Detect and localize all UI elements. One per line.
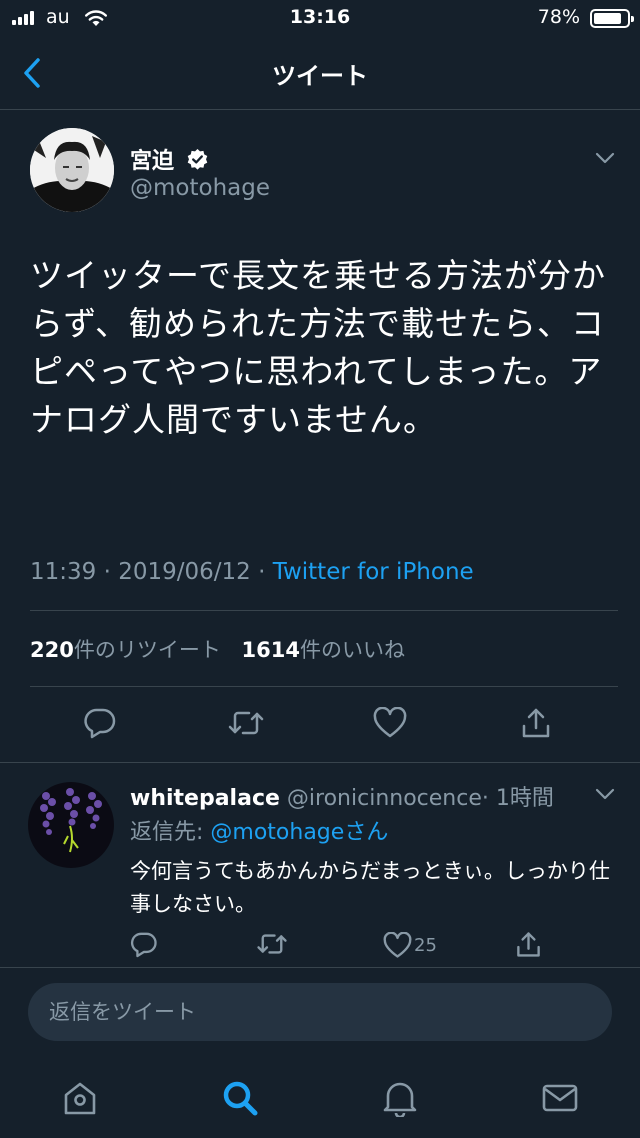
- divider: [30, 686, 618, 687]
- share-button[interactable]: [514, 701, 558, 745]
- chevron-down-icon[interactable]: [594, 151, 616, 165]
- share-icon: [522, 708, 550, 738]
- likes-count: 1614: [241, 638, 300, 662]
- reply-button[interactable]: [78, 701, 122, 745]
- reply-like-button[interactable]: 25: [383, 929, 437, 961]
- heart-icon: [373, 707, 407, 738]
- reply-to-handle[interactable]: @motohage: [210, 820, 344, 845]
- tweet-text: ツイッターで長文を乗せる方法が分からず、勧められた方法で載せたら、コピペってやつ…: [30, 256, 607, 439]
- author-name-row[interactable]: 宮迫: [130, 143, 209, 175]
- reply-author-name[interactable]: whitepalace: [130, 786, 280, 811]
- status-bar: au 13:16 78%: [0, 0, 640, 36]
- tweet-source-link[interactable]: Twitter for iPhone: [273, 559, 474, 585]
- tweet-stats: 220件のリツイート 1614件のいいね: [30, 634, 405, 664]
- reply-author-handle[interactable]: @ironicinnocence: [287, 786, 482, 811]
- reply-icon: [130, 932, 157, 957]
- reply-header: whitepalace @ironicinnocence· 1時間: [130, 780, 554, 812]
- reply-chevron-down-icon[interactable]: [594, 787, 616, 801]
- battery-percentage: 78%: [537, 6, 580, 28]
- reply-author-avatar[interactable]: [28, 782, 114, 868]
- like-button[interactable]: [368, 701, 412, 745]
- share-icon: [516, 931, 540, 957]
- tab-notifications[interactable]: [378, 1076, 422, 1120]
- retweet-icon: [257, 934, 287, 954]
- retweets-count: 220: [30, 638, 74, 662]
- author-handle[interactable]: @motohage: [130, 175, 270, 201]
- tab-bar: [0, 1058, 640, 1138]
- divider: [30, 610, 618, 611]
- retweets-label: 件のリツイート: [73, 638, 221, 662]
- author-name[interactable]: 宮迫: [130, 149, 174, 174]
- search-icon: [223, 1081, 258, 1116]
- likes-stat[interactable]: 1614件のいいね: [242, 638, 405, 662]
- reply-like-count: 25: [414, 934, 437, 956]
- likes-label: 件のいいね: [299, 638, 405, 662]
- reply-timestamp: · 1時間: [481, 786, 554, 811]
- home-icon: [64, 1082, 96, 1115]
- retweets-stat[interactable]: 220件のリツイート: [30, 638, 221, 662]
- reply-to-line: 返信先: @motohageさん: [130, 814, 388, 846]
- battery-icon: [590, 9, 634, 28]
- notifications-icon: [383, 1082, 417, 1117]
- reply-compose-input[interactable]: [28, 983, 612, 1041]
- messages-icon: [542, 1084, 578, 1112]
- reply-share-button[interactable]: [508, 924, 548, 964]
- reply-reply-button[interactable]: [124, 924, 164, 964]
- tab-search[interactable]: [218, 1076, 262, 1120]
- heart-icon: [383, 931, 412, 958]
- verified-badge-icon: [187, 148, 207, 170]
- tab-home[interactable]: [58, 1076, 102, 1120]
- reply-text: 今何言うてもあかんからだまっときぃ。しっかり仕事しなさい。: [130, 859, 610, 916]
- tweet-timestamp: 11:39 · 2019/06/12 ·: [30, 559, 273, 585]
- tweet-timestamp-row: 11:39 · 2019/06/12 · Twitter for iPhone: [30, 559, 474, 585]
- reply-retweet-button[interactable]: [252, 924, 292, 964]
- reply-icon: [84, 708, 116, 739]
- page-title: ツイート: [272, 62, 368, 90]
- retweet-button[interactable]: [224, 701, 268, 745]
- retweet-icon: [228, 711, 264, 735]
- navigation-bar: ツイート: [0, 36, 640, 110]
- divider: [0, 967, 640, 968]
- reply-to-suffix: さん: [344, 820, 389, 845]
- tab-messages[interactable]: [538, 1076, 582, 1120]
- author-avatar[interactable]: [30, 128, 114, 212]
- reply-to-label: 返信先:: [130, 820, 211, 845]
- divider: [0, 762, 640, 763]
